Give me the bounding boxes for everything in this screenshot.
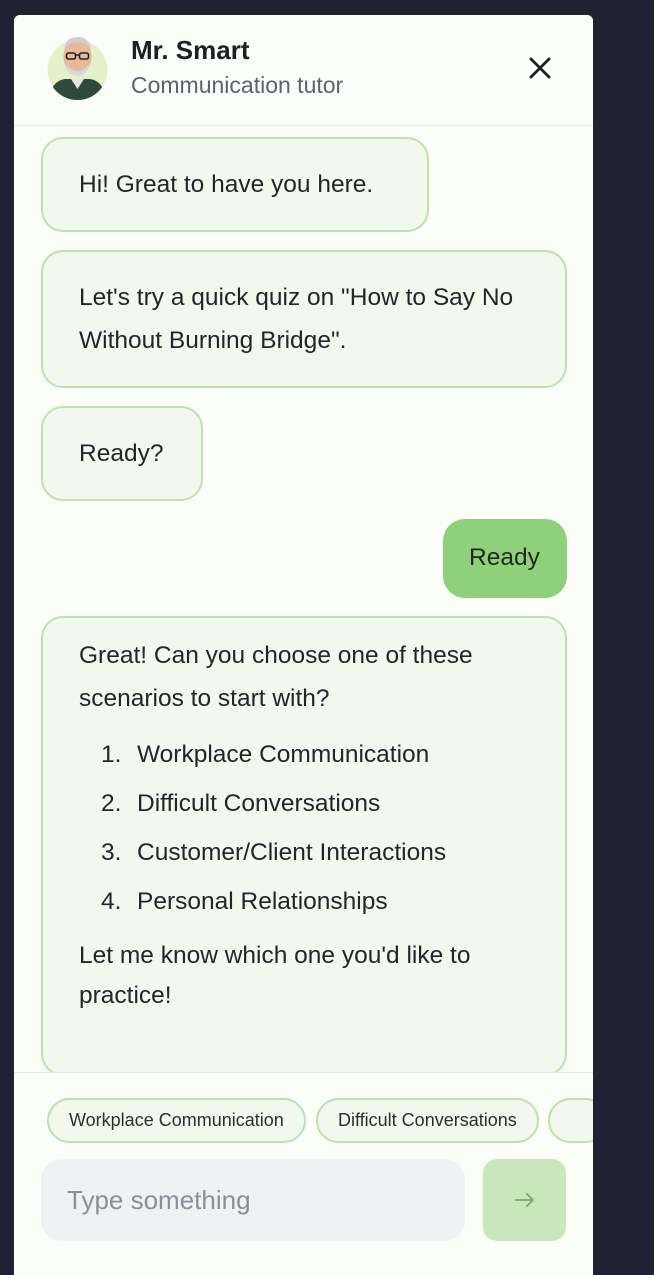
message-text: Let's try a quick quiz on "How to Say No… bbox=[79, 284, 514, 354]
list-item: 2. Difficult Conversations bbox=[101, 779, 515, 828]
list-label: Difficult Conversations bbox=[137, 790, 381, 817]
list-label: Workplace Communication bbox=[137, 741, 430, 768]
message-input-wrapper bbox=[41, 1159, 465, 1241]
suggestion-chips: Workplace Communication Difficult Conver… bbox=[14, 1072, 593, 1153]
list-label: Customer/Client Interactions bbox=[137, 839, 447, 866]
close-icon[interactable] bbox=[522, 50, 558, 86]
message-text: Ready? bbox=[79, 440, 164, 467]
bot-message: Ready? bbox=[41, 406, 203, 501]
bot-message: Hi! Great to have you here. bbox=[41, 137, 429, 232]
message-intro: Great! Can you choose one of these scena… bbox=[79, 642, 473, 712]
list-number: 3. bbox=[101, 839, 122, 866]
bot-message: Let's try a quick quiz on "How to Say No… bbox=[41, 250, 567, 388]
arrow-right-icon bbox=[515, 1193, 534, 1207]
message-list[interactable]: Hi! Great to have you here. Let's try a … bbox=[14, 126, 593, 1072]
list-item: 1. Workplace Communication bbox=[101, 730, 515, 779]
tutor-avatar bbox=[47, 37, 108, 100]
list-number: 4. bbox=[101, 888, 122, 915]
chat-header: Mr. Smart Communication tutor bbox=[14, 15, 593, 126]
tutor-name: Mr. Smart bbox=[131, 35, 250, 65]
bot-message: Great! Can you choose one of these scena… bbox=[41, 616, 567, 1072]
suggestion-chip-difficult[interactable]: Difficult Conversations bbox=[316, 1098, 539, 1143]
suggestion-chip-next[interactable] bbox=[548, 1098, 593, 1143]
user-message: Ready bbox=[443, 519, 567, 598]
message-text: Hi! Great to have you here. bbox=[79, 171, 374, 198]
message-input[interactable] bbox=[41, 1159, 465, 1241]
message-text: Ready bbox=[469, 544, 540, 571]
scenario-list: 1. Workplace Communication 2. Difficult … bbox=[79, 730, 515, 926]
list-item: 3. Customer/Client Interactions bbox=[101, 828, 515, 877]
list-item: 4. Personal Relationships bbox=[101, 877, 515, 926]
suggestion-chip-workplace[interactable]: Workplace Communication bbox=[47, 1098, 306, 1143]
list-label: Personal Relationships bbox=[137, 888, 388, 915]
send-button[interactable] bbox=[483, 1159, 566, 1241]
message-outro: Let me know which one you'd like to prac… bbox=[79, 942, 471, 1009]
chat-panel: Mr. Smart Communication tutor Hi! Great … bbox=[14, 15, 593, 1275]
list-number: 2. bbox=[101, 790, 122, 817]
list-number: 1. bbox=[101, 741, 122, 768]
tutor-role: Communication tutor bbox=[131, 72, 344, 98]
